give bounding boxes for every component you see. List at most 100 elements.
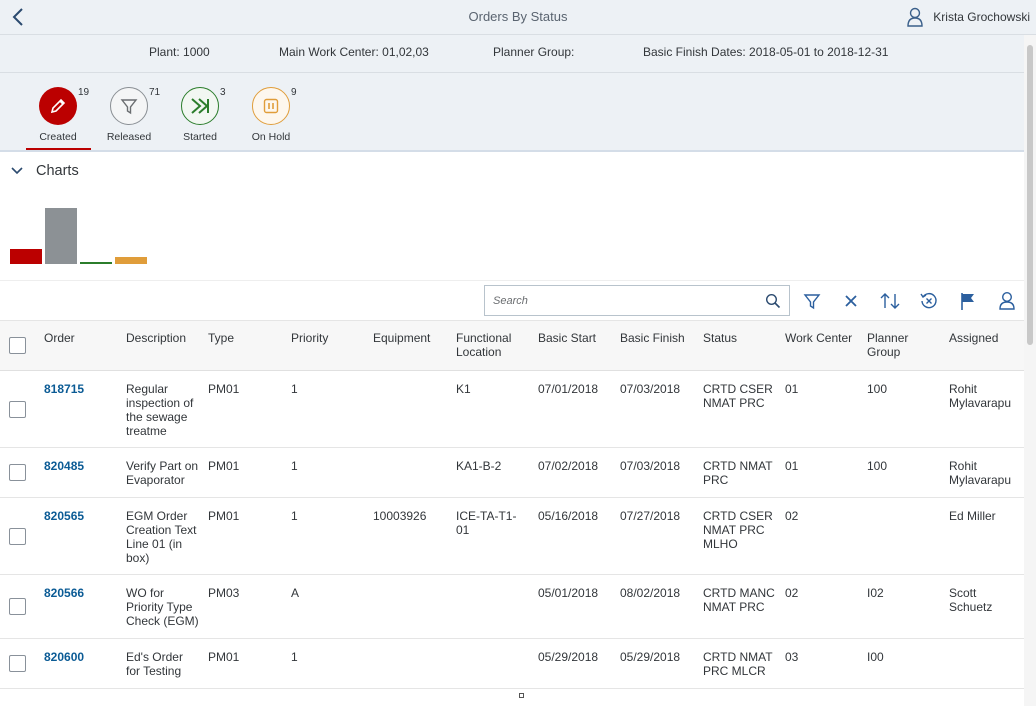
- cell-description: Regular inspection of the sewage treatme: [126, 382, 194, 438]
- status-count: 3: [220, 87, 226, 98]
- cell-status: CRTD NMAT PRC: [703, 459, 773, 487]
- cell-equipment: 10003926: [373, 509, 427, 523]
- table-row[interactable]: 818715 Regular inspection of the sewage …: [0, 371, 1024, 448]
- table-row[interactable]: 820600 Ed's Order for Testing PM01 1 05/…: [0, 639, 1024, 689]
- tab-started[interactable]: 3 Started: [167, 87, 233, 143]
- column-header-basic-start[interactable]: Basic Start: [538, 331, 596, 345]
- selected-tab-indicator: [26, 148, 91, 150]
- select-all-checkbox[interactable]: [9, 337, 26, 354]
- row-checkbox[interactable]: [9, 401, 26, 418]
- status-count: 9: [291, 87, 297, 98]
- close-icon: [845, 295, 857, 307]
- status-count: 19: [78, 87, 90, 98]
- row-checkbox[interactable]: [9, 598, 26, 615]
- filter-summary-bar: Plant: 1000 Main Work Center: 01,02,03 P…: [0, 35, 1024, 73]
- tab-created[interactable]: 19 Created: [25, 87, 91, 143]
- tab-released[interactable]: 71 Released: [96, 87, 162, 143]
- pencil-icon: [50, 98, 66, 114]
- cell-functional-location: KA1-B-2: [456, 459, 502, 473]
- search-field[interactable]: [484, 285, 790, 316]
- table-header: Order Description Type Priority Equipmen…: [0, 321, 1024, 371]
- status-circle: [252, 87, 290, 125]
- cell-description: WO for Priority Type Check (EGM): [126, 586, 199, 628]
- cell-work-center: 02: [785, 586, 799, 600]
- shell-bar: Orders By Status Krista Grochowski: [0, 0, 1036, 35]
- cell-priority: 1: [291, 382, 298, 396]
- order-link[interactable]: 818715: [44, 382, 84, 396]
- sort-button[interactable]: [879, 290, 901, 312]
- fast-forward-icon: [191, 98, 209, 114]
- column-header-order[interactable]: Order: [44, 331, 75, 345]
- column-header-basic-finish[interactable]: Basic Finish: [620, 331, 685, 345]
- reset-button[interactable]: [918, 290, 940, 312]
- row-checkbox[interactable]: [9, 655, 26, 672]
- cell-assigned: Ed Miller: [949, 509, 996, 523]
- person-filter-button[interactable]: [996, 290, 1018, 312]
- column-header-priority[interactable]: Priority: [291, 331, 328, 345]
- flag-button[interactable]: [957, 290, 979, 312]
- resize-handle[interactable]: [519, 693, 524, 698]
- cell-basic-start: 07/02/2018: [538, 459, 599, 473]
- scrollbar-thumb[interactable]: [1027, 45, 1033, 345]
- chart-bar-created[interactable]: [10, 249, 42, 264]
- chart-bar-released[interactable]: [45, 208, 77, 264]
- chart-bar-started[interactable]: [80, 262, 112, 264]
- cell-assigned: Scott Schuetz: [949, 586, 993, 614]
- table-toolbar: [0, 280, 1024, 320]
- row-checkbox[interactable]: [9, 528, 26, 545]
- user-icon: [907, 7, 923, 27]
- orders-table: Order Description Type Priority Equipmen…: [0, 320, 1024, 689]
- cell-description: Verify Part on Evaporator: [126, 459, 199, 487]
- status-bar-chart: [10, 198, 150, 264]
- search-input[interactable]: [493, 291, 753, 311]
- search-icon[interactable]: [765, 293, 781, 309]
- column-header-description[interactable]: Description: [126, 331, 186, 345]
- chart-bar-on-hold[interactable]: [115, 257, 147, 264]
- clear-filter-button[interactable]: [840, 290, 862, 312]
- charts-toggle[interactable]: Charts: [10, 163, 79, 179]
- order-link[interactable]: 820566: [44, 586, 84, 600]
- column-header-planner-group[interactable]: Planner Group: [867, 331, 908, 359]
- vertical-scrollbar[interactable]: [1024, 35, 1036, 706]
- column-header-work-center[interactable]: Work Center: [785, 331, 852, 345]
- column-header-functional-location[interactable]: Functional Location: [456, 331, 511, 359]
- table-row[interactable]: 820565 EGM Order Creation Text Line 01 (…: [0, 498, 1024, 575]
- row-checkbox[interactable]: [9, 464, 26, 481]
- cell-basic-finish: 07/03/2018: [620, 382, 681, 396]
- cell-type: PM01: [208, 382, 240, 396]
- cell-basic-start: 05/29/2018: [538, 650, 599, 664]
- cell-priority: 1: [291, 509, 298, 523]
- cell-priority: 1: [291, 650, 298, 664]
- cell-status: CRTD MANC NMAT PRC: [703, 586, 775, 614]
- table-row[interactable]: 820566 WO for Priority Type Check (EGM) …: [0, 575, 1024, 639]
- user-menu[interactable]: Krista Grochowski: [907, 6, 1030, 28]
- filter-button[interactable]: [801, 290, 823, 312]
- cell-planner-group: I02: [867, 586, 884, 600]
- cell-priority: A: [291, 586, 300, 600]
- sort-icon: [880, 293, 900, 309]
- flag-icon: [961, 293, 974, 310]
- cell-functional-location: ICE-TA-T1- 01: [456, 509, 517, 537]
- order-link[interactable]: 820600: [44, 650, 84, 664]
- status-count: 71: [149, 87, 161, 98]
- status-circle: [110, 87, 148, 125]
- cell-basic-start: 05/16/2018: [538, 509, 599, 523]
- table-row[interactable]: 820485 Verify Part on Evaporator PM01 1 …: [0, 448, 1024, 498]
- cell-planner-group: I00: [867, 650, 884, 664]
- filter-planner-group: Planner Group:: [493, 45, 575, 59]
- column-header-status[interactable]: Status: [703, 331, 737, 345]
- column-header-type[interactable]: Type: [208, 331, 234, 345]
- column-header-equipment[interactable]: Equipment: [373, 331, 430, 345]
- status-label: On Hold: [251, 131, 291, 143]
- cell-type: PM01: [208, 650, 240, 664]
- order-link[interactable]: 820485: [44, 459, 84, 473]
- cell-work-center: 03: [785, 650, 799, 664]
- tab-on-hold[interactable]: 9 On Hold: [238, 87, 304, 143]
- cell-planner-group: 100: [867, 459, 888, 473]
- cell-work-center: 01: [785, 459, 799, 473]
- order-link[interactable]: 820565: [44, 509, 84, 523]
- status-circle: [181, 87, 219, 125]
- filter-icon: [803, 294, 821, 310]
- chevron-down-icon: [11, 167, 23, 175]
- column-header-assigned[interactable]: Assigned: [949, 331, 998, 345]
